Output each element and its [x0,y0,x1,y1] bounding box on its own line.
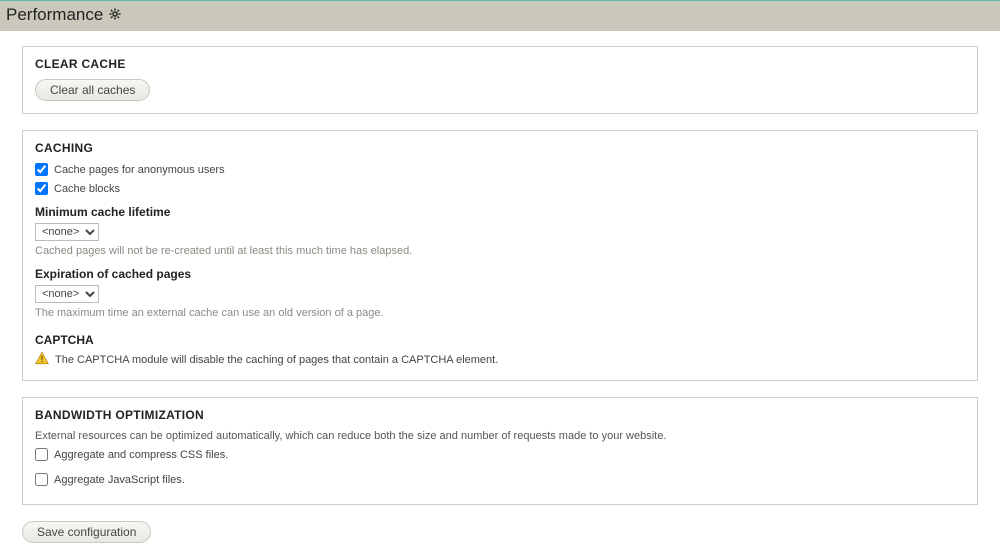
warning-icon [35,351,49,368]
captcha-warning-text: The CAPTCHA module will disable the cach… [55,354,498,366]
cache-pages-label: Cache pages for anonymous users [54,164,225,176]
page-title: Performance [6,5,103,25]
content-area: CLEAR CACHE Clear all caches CACHING Cac… [0,31,1000,558]
aggregate-js-checkbox[interactable] [35,473,48,486]
min-lifetime-description: Cached pages will not be re-created unti… [35,245,965,257]
save-configuration-button[interactable]: Save configuration [22,521,151,543]
bandwidth-fieldset: BANDWIDTH OPTIMIZATION External resource… [22,397,978,505]
cache-blocks-label: Cache blocks [54,183,120,195]
aggregate-css-checkbox[interactable] [35,448,48,461]
cache-blocks-checkbox[interactable] [35,182,48,195]
clear-all-caches-button[interactable]: Clear all caches [35,79,150,101]
clear-cache-heading: CLEAR CACHE [35,57,965,71]
expiration-description: The maximum time an external cache can u… [35,307,965,319]
captcha-heading: CAPTCHA [35,333,965,347]
page-header: Performance [0,0,1000,31]
min-lifetime-select[interactable]: <none> [35,223,99,241]
expiration-select[interactable]: <none> [35,285,99,303]
caching-fieldset: CACHING Cache pages for anonymous users … [22,130,978,381]
captcha-warning: The CAPTCHA module will disable the cach… [35,351,965,368]
bandwidth-intro: External resources can be optimized auto… [35,430,965,442]
cache-pages-checkbox[interactable] [35,163,48,176]
expiration-label: Expiration of cached pages [35,267,965,281]
aggregate-js-label: Aggregate JavaScript files. [54,474,185,486]
min-lifetime-label: Minimum cache lifetime [35,205,965,219]
caching-heading: CACHING [35,141,965,155]
clear-cache-fieldset: CLEAR CACHE Clear all caches [22,46,978,114]
aggregate-css-label: Aggregate and compress CSS files. [54,449,228,461]
gear-icon [109,8,121,23]
bandwidth-heading: BANDWIDTH OPTIMIZATION [35,408,965,422]
